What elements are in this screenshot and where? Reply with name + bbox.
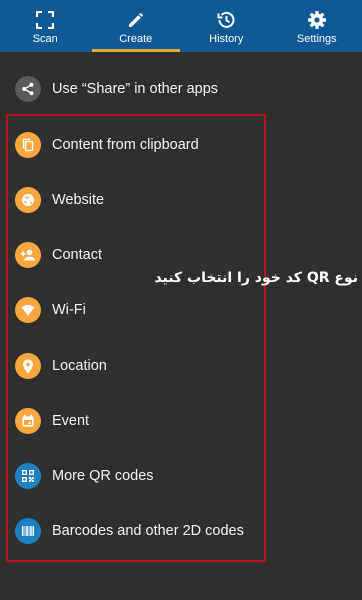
clipboard-icon: [15, 132, 41, 158]
list-item-label: Website: [52, 192, 105, 208]
tab-settings-label: Settings: [296, 33, 337, 45]
list-item-label: Wi-Fi: [52, 302, 86, 318]
list-item-clipboard[interactable]: Content from clipboard: [0, 125, 270, 165]
wifi-icon: [15, 297, 41, 323]
gear-icon: [307, 10, 327, 30]
add-contact-icon: [15, 242, 41, 268]
tab-history-label: History: [209, 33, 244, 45]
history-icon: [216, 10, 236, 30]
list-item-label: More QR codes: [52, 468, 154, 484]
tab-scan-label: Scan: [32, 33, 58, 45]
tab-create[interactable]: Create: [91, 0, 182, 52]
tab-history[interactable]: History: [181, 0, 272, 52]
list-item-wifi[interactable]: Wi-Fi: [0, 290, 270, 330]
list-item-event[interactable]: Event: [0, 401, 270, 441]
tab-scan[interactable]: Scan: [0, 0, 91, 52]
list-item-label: Event: [52, 413, 90, 429]
top-tab-bar: Scan Create History Settings: [0, 0, 362, 52]
pencil-icon: [126, 10, 146, 30]
list-item-location[interactable]: Location: [0, 346, 270, 386]
instruction-caption: نوع QR کد خود را انتخاب کنید: [154, 270, 358, 286]
list-item-website[interactable]: Website: [0, 180, 270, 220]
list-item-more-qr[interactable]: More QR codes: [0, 456, 270, 496]
tab-settings[interactable]: Settings: [272, 0, 362, 52]
list-item-label: Barcodes and other 2D codes: [52, 523, 244, 539]
globe-icon: [15, 187, 41, 213]
tab-create-label: Create: [119, 33, 153, 45]
active-tab-indicator: [92, 49, 180, 52]
list-item-contact[interactable]: Contact: [0, 235, 270, 275]
calendar-icon: [15, 408, 41, 434]
list-item-label: Location: [52, 358, 107, 374]
share-icon: [15, 76, 41, 102]
list-item-barcodes[interactable]: Barcodes and other 2D codes: [0, 511, 270, 551]
qr-code-icon: [15, 463, 41, 489]
share-row[interactable]: Use “Share” in other apps: [0, 70, 362, 108]
scan-icon: [35, 10, 55, 30]
location-pin-icon: [15, 353, 41, 379]
share-label: Use “Share” in other apps: [52, 81, 219, 97]
barcode-icon: [15, 518, 41, 544]
list-item-label: Contact: [52, 247, 102, 263]
list-item-label: Content from clipboard: [52, 137, 199, 153]
